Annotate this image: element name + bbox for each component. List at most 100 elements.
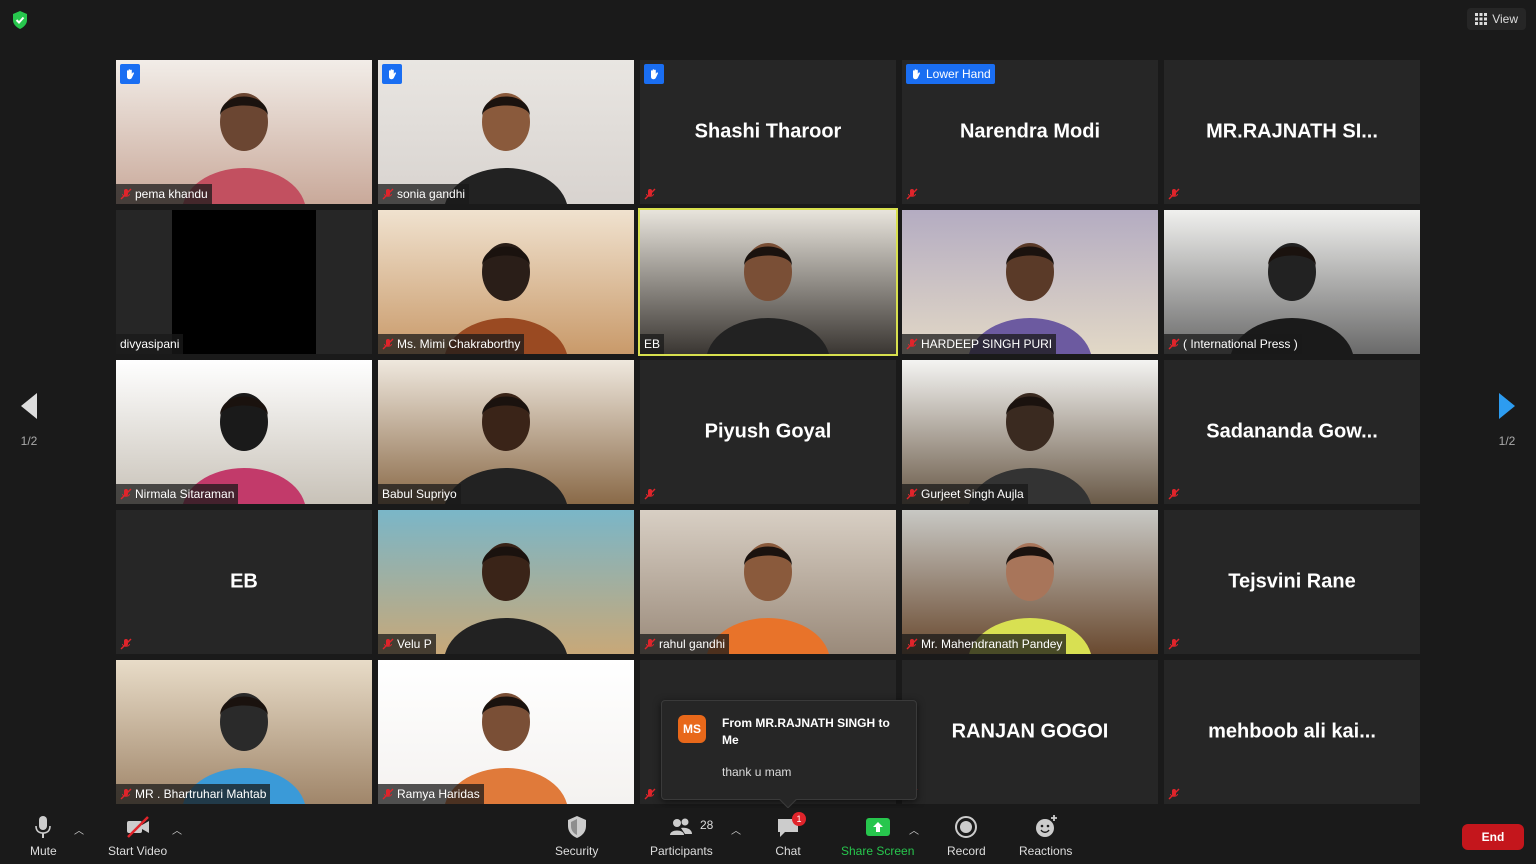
- participant-tile[interactable]: Sadananda Gow...: [1164, 360, 1420, 504]
- muted-indicator: [644, 787, 658, 801]
- sender-avatar: MS: [678, 715, 706, 743]
- muted-indicator: [906, 187, 920, 201]
- participant-name: HARDEEP SINGH PURI: [921, 337, 1053, 351]
- microphone-icon: [35, 816, 52, 838]
- muted-indicator: [644, 487, 658, 501]
- share-options-caret[interactable]: ︿: [909, 822, 919, 837]
- record-icon: [955, 816, 978, 838]
- participant-name: divyasipani: [120, 337, 180, 351]
- person-silhouette: [445, 543, 567, 654]
- view-button[interactable]: View: [1467, 8, 1526, 30]
- reactions-button[interactable]: Reactions: [1019, 814, 1072, 858]
- mic-muted-icon: [1168, 788, 1180, 800]
- participant-tile[interactable]: MR.RAJNATH SI...: [1164, 60, 1420, 204]
- participant-tile[interactable]: divyasipani: [116, 210, 372, 354]
- person-silhouette: [969, 543, 1091, 654]
- participant-tile[interactable]: Babul Supriyo: [378, 360, 634, 504]
- person-silhouette: [445, 243, 567, 354]
- chat-notification[interactable]: MS From MR.RAJNATH SINGH to Me thank u m…: [661, 700, 917, 809]
- share-screen-button[interactable]: Share Screen: [841, 814, 914, 858]
- security-button[interactable]: Security: [555, 814, 598, 858]
- muted-indicator: [1168, 637, 1182, 651]
- participant-name-bar: ( International Press ): [1164, 334, 1302, 354]
- mic-muted-icon: [906, 188, 918, 200]
- person-silhouette: [183, 393, 305, 504]
- participant-tile[interactable]: Narendra Modi Lower Hand: [902, 60, 1158, 204]
- mic-muted-icon: [906, 488, 918, 500]
- participant-video: [1164, 210, 1420, 354]
- participant-tile[interactable]: Shashi Tharoor: [640, 60, 896, 204]
- mute-label: Mute: [30, 844, 57, 858]
- participant-name: sonia gandhi: [397, 187, 466, 201]
- chevron-right-icon: [1499, 393, 1515, 419]
- person-silhouette: [707, 543, 829, 654]
- participant-tile[interactable]: Piyush Goyal: [640, 360, 896, 504]
- person-silhouette: [183, 93, 305, 204]
- participant-display-name: Sadananda Gow...: [1206, 420, 1378, 443]
- participant-name-bar: Gurjeet Singh Aujla: [902, 484, 1028, 504]
- black-video: [172, 210, 316, 354]
- next-page-button[interactable]: 1/2: [1482, 392, 1532, 472]
- chat-button[interactable]: 1 Chat: [775, 812, 806, 858]
- chat-label: Chat: [775, 844, 801, 858]
- participant-video: [902, 210, 1158, 354]
- participant-tile[interactable]: Velu P: [378, 510, 634, 654]
- participant-tile[interactable]: rahul gandhi: [640, 510, 896, 654]
- view-label: View: [1492, 12, 1518, 26]
- raised-hand-icon: [127, 69, 134, 80]
- participant-tile[interactable]: EB: [116, 510, 372, 654]
- mute-button[interactable]: Mute: [30, 814, 57, 858]
- participant-tile[interactable]: EB: [638, 208, 898, 356]
- participant-tile[interactable]: MR . Bhartruhari Mahtab: [116, 660, 372, 804]
- participant-name-bar: MR . Bhartruhari Mahtab: [116, 784, 271, 804]
- participants-count: 28: [700, 818, 714, 832]
- mic-muted-icon: [1168, 338, 1180, 350]
- raised-hand-icon: [651, 69, 658, 80]
- page-indicator-left: 1/2: [20, 434, 38, 448]
- start-video-button[interactable]: Start Video: [108, 814, 167, 858]
- participant-video: [116, 60, 372, 204]
- participant-tile[interactable]: ( International Press ): [1164, 210, 1420, 354]
- mic-muted-icon: [120, 638, 132, 650]
- participant-tile[interactable]: RANJAN GOGOI: [902, 660, 1158, 804]
- raised-hand-icon: [913, 69, 920, 80]
- participant-tile[interactable]: Ramya Haridas: [378, 660, 634, 804]
- participant-display-name: RANJAN GOGOI: [951, 720, 1109, 743]
- participant-name-bar: Ramya Haridas: [378, 784, 484, 804]
- participant-name-bar: pema khandu: [116, 184, 212, 204]
- participant-video: [116, 360, 372, 504]
- participant-tile[interactable]: Gurjeet Singh Aujla: [902, 360, 1158, 504]
- person-silhouette: [445, 93, 567, 204]
- grid-icon: [1475, 13, 1488, 25]
- video-options-caret[interactable]: ︿: [172, 822, 182, 837]
- participant-tile[interactable]: Ms. Mimi Chakraborthy: [378, 210, 634, 354]
- participant-display-name: Narendra Modi: [959, 120, 1101, 143]
- participant-tile[interactable]: sonia gandhi: [378, 60, 634, 204]
- participant-tile[interactable]: Nirmala Sitaraman: [116, 360, 372, 504]
- chat-message: thank u mam: [722, 765, 792, 779]
- mute-options-caret[interactable]: ︿: [74, 822, 84, 837]
- muted-indicator: [644, 187, 658, 201]
- shield-icon[interactable]: [10, 10, 30, 30]
- end-meeting-button[interactable]: End: [1462, 824, 1524, 850]
- mic-muted-icon: [382, 788, 394, 800]
- participant-tile[interactable]: pema khandu: [116, 60, 372, 204]
- person-silhouette: [445, 393, 567, 504]
- participant-video: [378, 360, 634, 504]
- meeting-toolbar: Mute ︿ Start Video ︿ Security 28 Partici…: [0, 808, 1536, 864]
- participant-display-name: mehboob ali kai...: [1208, 720, 1376, 743]
- participant-video: [378, 510, 634, 654]
- lower-hand-label: Lower Hand: [926, 67, 991, 81]
- participants-options-caret[interactable]: ︿: [731, 822, 741, 837]
- participants-button[interactable]: 28 Participants: [650, 814, 713, 858]
- participant-tile[interactable]: HARDEEP SINGH PURI: [902, 210, 1158, 354]
- participant-tile[interactable]: Tejsvini Rane: [1164, 510, 1420, 654]
- record-button[interactable]: Record: [947, 814, 986, 858]
- participant-name-bar: EB: [640, 334, 665, 354]
- lower-hand-button[interactable]: Lower Hand: [906, 64, 995, 84]
- prev-page-button[interactable]: 1/2: [4, 392, 54, 472]
- raised-hand-badge: [120, 64, 140, 84]
- participant-tile[interactable]: Mr. Mahendranath Pandey: [902, 510, 1158, 654]
- participant-display-name: Shashi Tharoor: [694, 120, 842, 143]
- participant-tile[interactable]: mehboob ali kai...: [1164, 660, 1420, 804]
